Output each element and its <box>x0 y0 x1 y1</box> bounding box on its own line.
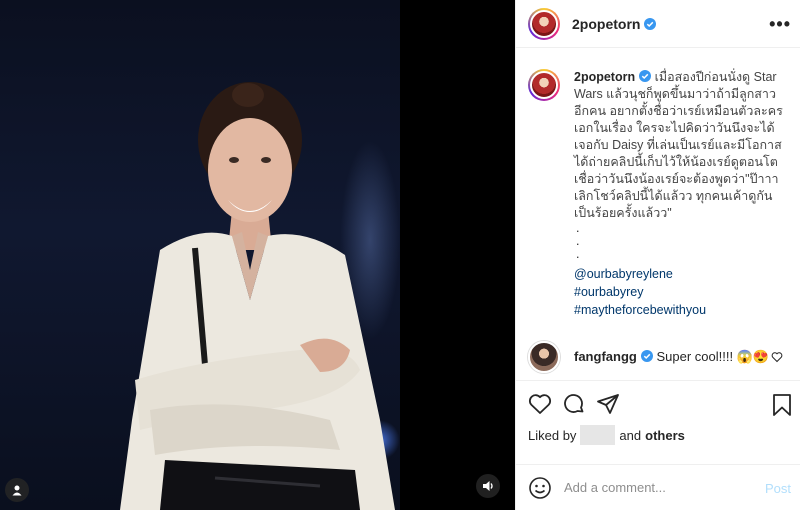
author-avatar[interactable] <box>528 7 560 40</box>
caption-username[interactable]: 2popetorn <box>574 70 652 84</box>
liked-by-user-placeholder[interactable] <box>580 425 616 445</box>
caption-text: เมื่อสองปีก่อนนั่งดู Star Wars แล้วนุชก็… <box>574 70 783 220</box>
verified-badge-icon <box>639 70 652 82</box>
like-comment-heart-icon[interactable] <box>771 351 783 363</box>
mention-link[interactable]: @ourbabyreylene <box>574 265 784 283</box>
likes-summary: Liked by and others <box>528 425 789 445</box>
audio-toggle-button[interactable] <box>476 474 500 498</box>
commenter-avatar[interactable] <box>528 341 560 373</box>
emoji-smiley-icon[interactable] <box>528 476 552 500</box>
comment-input[interactable] <box>564 480 754 495</box>
comment-item: fangfangg Super cool!!!! 😱😍 <box>528 341 789 373</box>
like-heart-icon[interactable] <box>528 392 552 416</box>
comments-section: 2popetorn เมื่อสองปีก่อนนั่งดู Star Wars… <box>516 49 800 379</box>
likes-others-link[interactable]: others <box>645 428 685 443</box>
video-person <box>120 82 395 510</box>
post-video[interactable] <box>0 0 400 510</box>
comment-bubble-icon[interactable] <box>562 392 586 416</box>
user-tags-button[interactable] <box>5 478 29 502</box>
hashtag-link[interactable]: #maytheforcebewithyou <box>574 301 784 319</box>
add-comment-bar: Post <box>516 464 800 510</box>
caption: 2popetorn เมื่อสองปีก่อนนั่งดู Star Wars… <box>528 69 789 319</box>
user-icon <box>12 485 22 496</box>
post-actions: Liked by and others <box>516 380 800 464</box>
caption-body: 2popetorn เมื่อสองปีก่อนนั่งดู Star Wars… <box>574 69 784 319</box>
action-icons <box>528 381 789 427</box>
save-bookmark-icon[interactable] <box>771 393 793 417</box>
caption-author-avatar[interactable] <box>528 69 560 101</box>
verified-badge-icon <box>640 350 653 362</box>
comment-body: fangfangg Super cool!!!! 😱😍 <box>574 349 769 365</box>
more-options-button[interactable]: ••• <box>769 14 791 35</box>
caption-hashtags: @ourbabyreylene #ourbabyrey #maytheforce… <box>574 265 784 319</box>
author-username[interactable]: 2popetorn <box>572 16 657 32</box>
comment-text: Super cool!!!! 😱😍 <box>656 349 770 364</box>
post-side-panel: 2popetorn ••• 2popetorn เมื่อสองปีก่อนนั… <box>515 0 800 510</box>
post-header: 2popetorn ••• <box>516 0 800 48</box>
post-media[interactable] <box>0 0 515 510</box>
hashtag-link[interactable]: #ourbabyrey <box>574 283 784 301</box>
speaker-icon <box>483 481 493 491</box>
commenter-username[interactable]: fangfangg <box>574 349 653 364</box>
share-paper-plane-icon[interactable] <box>596 392 620 416</box>
caption-dots: . . . <box>576 221 580 261</box>
post-comment-button[interactable]: Post <box>765 481 791 496</box>
verified-badge-icon <box>644 17 657 30</box>
